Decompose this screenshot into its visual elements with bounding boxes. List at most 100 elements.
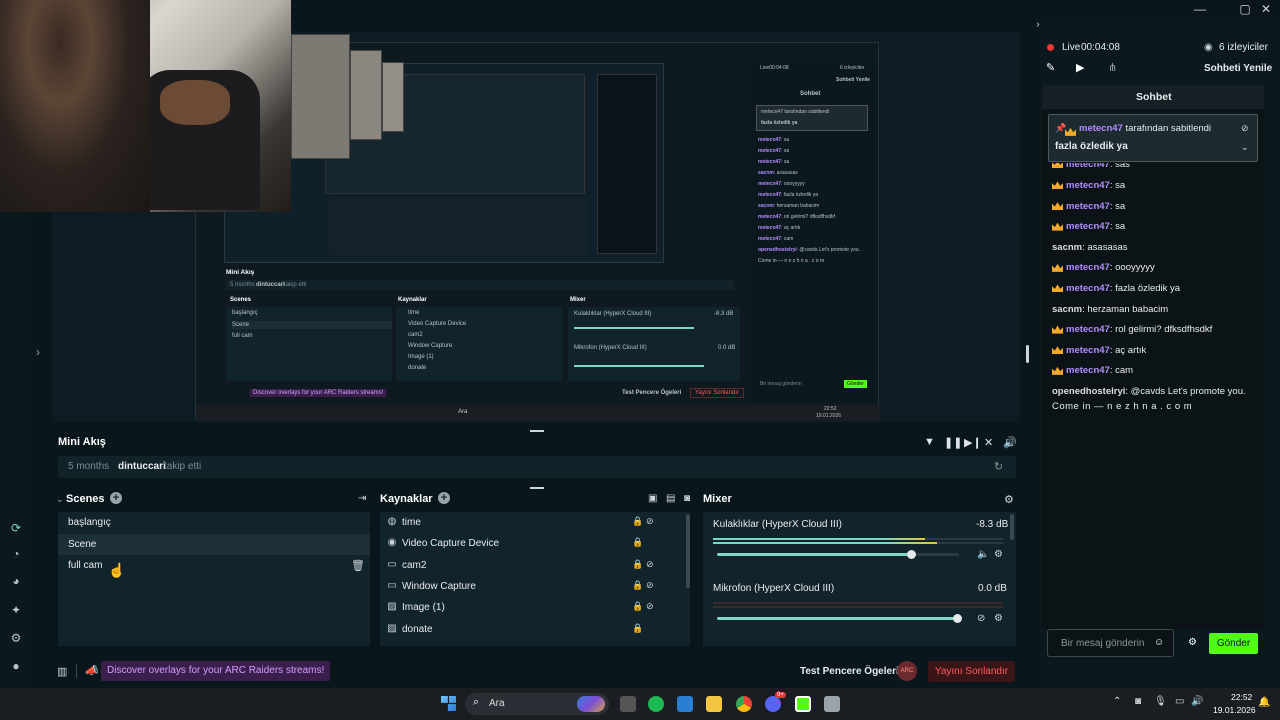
volume-slider-knob[interactable] bbox=[953, 614, 962, 623]
vscode-icon[interactable] bbox=[677, 696, 693, 712]
source-item[interactable]: ◉ Video Capture Device 🔒 bbox=[380, 533, 690, 554]
pause-icon[interactable]: ❚❚ bbox=[944, 436, 962, 449]
stats-icon[interactable]: ▥ bbox=[57, 665, 67, 678]
window-icon: ▭ bbox=[387, 580, 397, 591]
user-icon[interactable]: ● bbox=[8, 658, 24, 674]
clock-time[interactable]: 22:52 bbox=[1231, 692, 1252, 702]
chrome-icon[interactable] bbox=[736, 696, 752, 712]
mic-icon[interactable]: 🎙 bbox=[1154, 696, 1167, 707]
nested-chat-continuation: Come in — n e z h n a . c o m bbox=[758, 258, 825, 264]
source-item[interactable]: ◍ time 🔒 ⊘ bbox=[380, 512, 690, 533]
scene-item[interactable]: full cam bbox=[58, 555, 370, 576]
mixer-scrollbar[interactable] bbox=[1010, 514, 1014, 540]
gear-icon[interactable]: ⚙ bbox=[994, 613, 1003, 624]
pinned-message[interactable]: 📌 metecn47 tarafından sabitlendi ⊘ fazla… bbox=[1048, 114, 1258, 162]
discord-icon[interactable] bbox=[765, 696, 781, 712]
eye-off-icon[interactable]: ⊘ bbox=[646, 516, 654, 527]
network-icon[interactable]: ▭ bbox=[1175, 696, 1184, 707]
eye-off-icon[interactable]: ⊘ bbox=[646, 559, 654, 570]
live-dot bbox=[1047, 44, 1054, 51]
gear-icon[interactable]: ⚙ bbox=[994, 549, 1003, 560]
themes-icon[interactable]: ◔ bbox=[8, 546, 24, 562]
scene-item[interactable]: başlangıç bbox=[58, 512, 370, 533]
test-widgets-button[interactable]: Test Pencere Ögeleri bbox=[800, 666, 899, 677]
nested-chat-message: metecn47: sa bbox=[758, 159, 790, 165]
chat-input[interactable]: Bir mesaj gönderin ☺ bbox=[1047, 629, 1174, 657]
task-view-icon[interactable] bbox=[620, 696, 636, 712]
chat-settings-icon[interactable]: ⚙ bbox=[1188, 637, 1197, 648]
lock-icon[interactable]: 🔒 bbox=[632, 537, 643, 548]
file-explorer-icon[interactable] bbox=[706, 696, 722, 712]
drag-handle[interactable] bbox=[530, 430, 544, 432]
filter-icon[interactable]: ▼ bbox=[924, 436, 935, 448]
scene-item-active[interactable]: Scene bbox=[58, 534, 370, 555]
chevron-up-icon[interactable]: ⌃ bbox=[1113, 696, 1121, 707]
trash-icon[interactable]: 🗑 bbox=[351, 559, 365, 572]
edit-icon[interactable]: ✎ bbox=[1046, 61, 1055, 74]
send-button[interactable]: Gönder bbox=[1209, 633, 1258, 654]
app-store-icon[interactable]: ◕ bbox=[8, 573, 24, 589]
discord-tray-icon[interactable]: ◙ bbox=[1135, 696, 1141, 707]
activity-text: takip etti bbox=[164, 461, 202, 472]
add-source-button[interactable]: + bbox=[438, 492, 450, 504]
windows-start-icon[interactable] bbox=[441, 696, 456, 711]
end-stream-button[interactable]: Yayını Sonlandır bbox=[928, 661, 1015, 682]
source-item[interactable]: ▭ cam2 🔒 ⊘ bbox=[380, 555, 690, 576]
collapse-icon[interactable]: ⌄ bbox=[56, 494, 64, 505]
camera-icon[interactable]: ◙ bbox=[684, 493, 690, 504]
source-item[interactable]: ▨ donate 🔒 bbox=[380, 619, 690, 640]
clock-date[interactable]: 19.01.2026 bbox=[1213, 705, 1256, 715]
taskbar-search[interactable]: ⌕ Ara bbox=[465, 693, 609, 715]
mute-alerts-icon[interactable]: ✕ bbox=[984, 436, 993, 449]
resize-handle[interactable] bbox=[1026, 345, 1029, 363]
mixer-settings-icon[interactable]: ⚙ bbox=[1004, 493, 1014, 506]
studio-mode-icon[interactable]: ⟳ bbox=[8, 520, 24, 536]
promo-banner[interactable]: Discover overlays for your ARC Raiders s… bbox=[101, 661, 331, 681]
eye-off-icon[interactable]: ⊘ bbox=[646, 580, 654, 591]
close-icon[interactable]: ✕ bbox=[1256, 2, 1276, 16]
nested-chat-panel: Live00:04:08 6 izleyiciler Sohbeti Yenil… bbox=[752, 59, 874, 401]
refresh-chat-button[interactable]: Sohbeti Yenile bbox=[1204, 63, 1272, 74]
chevron-down-icon[interactable]: ⌄ bbox=[1241, 142, 1249, 153]
maximize-icon[interactable]: ▢ bbox=[1235, 2, 1255, 16]
lock-icon[interactable]: 🔒 bbox=[632, 580, 643, 591]
skip-icon[interactable]: ▶❙ bbox=[964, 436, 982, 449]
webcam-icon: ◉ bbox=[387, 537, 397, 548]
app-icon[interactable] bbox=[824, 696, 840, 712]
spotify-icon[interactable] bbox=[648, 696, 664, 712]
mic-muted-icon[interactable]: ⊘ bbox=[977, 613, 985, 624]
lock-icon[interactable]: 🔒 bbox=[632, 623, 643, 634]
nested-chat-level2 bbox=[597, 74, 657, 254]
expand-left-icon[interactable]: › bbox=[36, 345, 40, 359]
volume-slider-knob[interactable] bbox=[907, 550, 916, 559]
lock-icon[interactable]: 🔒 bbox=[632, 559, 643, 570]
folder-icon[interactable]: ▤ bbox=[666, 493, 675, 504]
chat-message: metecn47: rol gelirmi? dfksdfhsdkf bbox=[1052, 324, 1212, 335]
scene-transitions-icon[interactable]: ⇥ bbox=[358, 493, 366, 504]
megaphone-icon[interactable]: 📣 bbox=[85, 664, 99, 677]
video-icon[interactable]: ▶ bbox=[1076, 61, 1084, 74]
selective-recording-icon[interactable]: ▣ bbox=[648, 493, 657, 504]
streamlabs-icon[interactable] bbox=[795, 696, 811, 712]
avatar[interactable]: ARC bbox=[897, 661, 917, 681]
lock-icon[interactable]: 🔒 bbox=[632, 516, 643, 527]
add-scene-button[interactable]: + bbox=[110, 492, 122, 504]
mixer-level-meter bbox=[713, 542, 937, 544]
source-item[interactable]: ▭ Window Capture 🔒 ⊘ bbox=[380, 576, 690, 597]
nested-chat-message: metecn47: sa bbox=[758, 148, 790, 154]
refresh-icon[interactable]: ↻ bbox=[994, 460, 1003, 473]
lock-icon[interactable]: 🔒 bbox=[632, 601, 643, 612]
volume-icon[interactable]: 🔊 bbox=[1003, 436, 1017, 449]
sparkle-icon[interactable]: ✦ bbox=[8, 602, 24, 618]
emoji-icon[interactable]: ☺ bbox=[1154, 637, 1164, 648]
drag-handle-2[interactable] bbox=[530, 487, 544, 489]
share-icon[interactable]: ⋔ bbox=[1108, 61, 1117, 74]
volume-tray-icon[interactable]: 🔊 bbox=[1191, 696, 1203, 707]
settings-icon[interactable]: ⚙ bbox=[8, 630, 24, 646]
speaker-icon[interactable]: 🔈 bbox=[977, 549, 989, 560]
unpin-icon[interactable]: ⊘ bbox=[1241, 123, 1249, 134]
minimize-icon[interactable]: — bbox=[1190, 2, 1210, 16]
eye-off-icon[interactable]: ⊘ bbox=[646, 601, 654, 612]
source-item[interactable]: ▨ Image (1) 🔒 ⊘ bbox=[380, 597, 690, 618]
notification-icon[interactable]: 🔔 bbox=[1258, 697, 1270, 708]
